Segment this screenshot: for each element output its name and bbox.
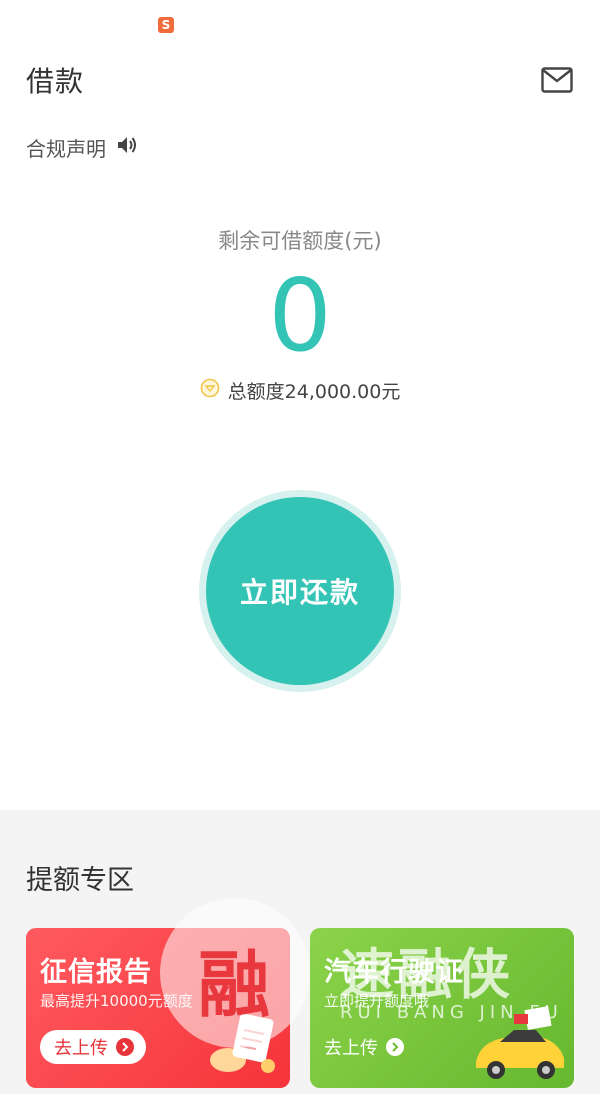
credit-report-subtitle: 最高提升10000元额度 (40, 992, 193, 1010)
chevron-right-icon (116, 1038, 134, 1056)
vehicle-license-card[interactable]: 汽车行驶证 立即提升额度哦 去上传 (310, 928, 574, 1088)
available-credit-amount: 0 (268, 257, 332, 374)
coin-badge-icon (200, 378, 220, 403)
available-credit-label: 剩余可借额度(元) (218, 229, 382, 253)
vehicle-license-upload-button[interactable]: 去上传 (324, 1030, 404, 1064)
total-credit-text: 总额度24,000.00元 (227, 381, 401, 403)
car-illustration-icon (470, 1006, 570, 1088)
chevron-right-icon (386, 1038, 404, 1056)
credit-report-upload-label: 去上传 (54, 1038, 108, 1059)
boost-section-title: 提额专区 (26, 865, 134, 896)
credit-report-upload-button[interactable]: 去上传 (40, 1030, 146, 1064)
credit-report-card[interactable]: 征信报告 最高提升10000元额度 去上传 (26, 928, 290, 1088)
vehicle-license-upload-label: 去上传 (324, 1038, 378, 1059)
vehicle-license-subtitle: 立即提升额度哦 (324, 992, 430, 1010)
page-title: 借款 (26, 65, 85, 98)
document-illustration-icon (206, 1008, 286, 1086)
repay-button-ring: 立即还款 (199, 490, 401, 692)
total-credit-line: 总额度24,000.00元 (0, 377, 600, 404)
credit-report-title: 征信报告 (40, 957, 152, 988)
repay-now-button[interactable]: 立即还款 (206, 497, 394, 685)
speaker-icon (116, 135, 138, 160)
boost-section: 提额专区 征信报告 最高提升10000元额度 去上传 汽车行驶证 立即提升额度哦… (0, 810, 600, 1094)
mail-icon[interactable] (541, 67, 573, 97)
s-logo-icon: S (158, 17, 174, 33)
vehicle-license-title: 汽车行驶证 (324, 957, 464, 988)
compliance-label: 合规声明 (26, 137, 106, 161)
compliance-statement-link[interactable]: 合规声明 (26, 133, 138, 162)
